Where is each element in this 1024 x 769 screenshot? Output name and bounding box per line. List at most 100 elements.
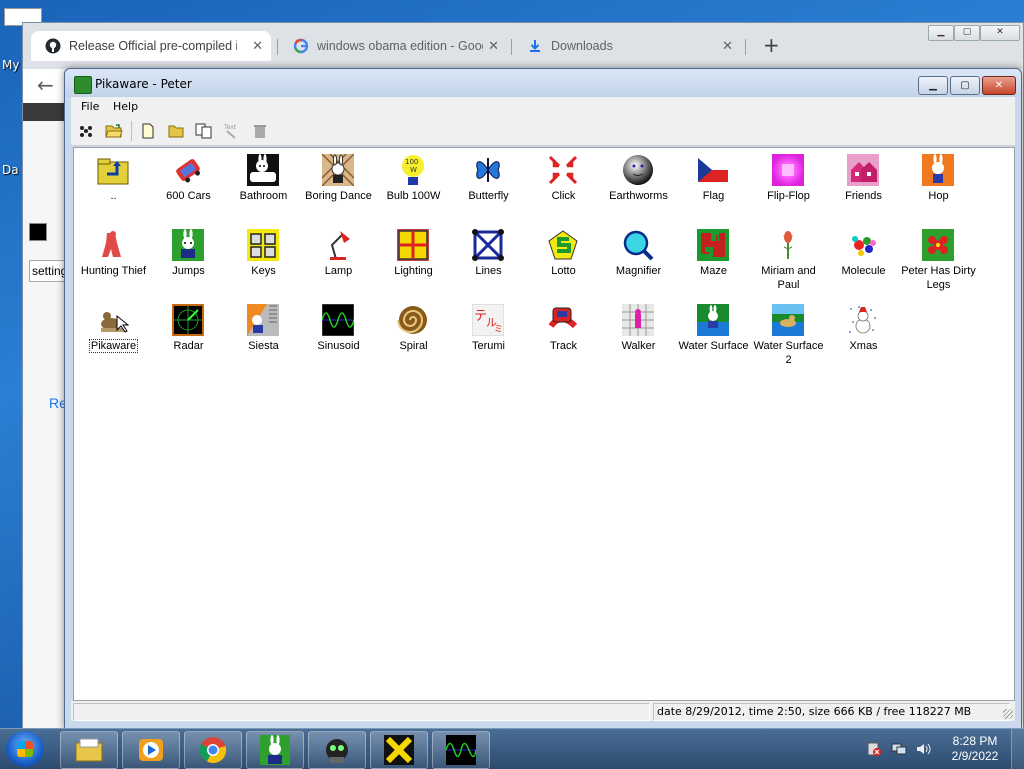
tab-separator <box>745 39 746 55</box>
file-item[interactable]: Track <box>526 302 601 377</box>
file-item[interactable]: Flip-Flop <box>751 152 826 227</box>
file-label: Flip-Flop <box>767 190 810 202</box>
taskbar-button[interactable] <box>184 731 242 769</box>
taskbar-button[interactable] <box>370 731 428 769</box>
file-item[interactable]: Water Surface <box>676 302 751 377</box>
network-icon[interactable] <box>891 741 907 757</box>
alien-icon <box>326 739 348 763</box>
file-item[interactable]: 100 W Bulb 100W <box>376 152 451 227</box>
file-item[interactable]: Maze <box>676 227 751 302</box>
taskbar-button[interactable] <box>60 731 118 769</box>
taskbar-button[interactable] <box>432 731 490 769</box>
svg-text:Text: Text <box>223 124 237 131</box>
track-icon <box>548 307 578 329</box>
file-item[interactable]: Boring Dance <box>301 152 376 227</box>
file-item[interactable]: Magnifier <box>601 227 676 302</box>
radar-icon <box>172 304 204 336</box>
tab-downloads[interactable]: Downloads ✕ <box>513 31 741 61</box>
file-item[interactable]: Walker <box>601 302 676 377</box>
tab-title: Release Official pre-compiled ins <box>69 39 237 53</box>
water-surface-icon <box>697 304 729 336</box>
file-item[interactable]: Lotto <box>526 227 601 302</box>
new-tab-button[interactable]: + <box>763 33 780 57</box>
magnifier-icon <box>623 230 654 261</box>
close-tab-icon[interactable]: ✕ <box>722 38 733 54</box>
file-item[interactable]: Xmas <box>826 302 901 377</box>
file-item[interactable]: Click <box>526 152 601 227</box>
file-item[interactable]: Pikaware <box>76 302 151 377</box>
file-item[interactable]: Miriam and Paul <box>751 227 826 302</box>
start-button[interactable] <box>6 731 44 767</box>
file-item[interactable]: テルミ Terumi <box>451 302 526 377</box>
lines-icon <box>472 229 504 261</box>
file-item[interactable]: Radar <box>151 302 226 377</box>
close-tab-icon[interactable]: ✕ <box>488 38 499 54</box>
file-item[interactable]: .. <box>76 152 151 227</box>
maximize-button[interactable]: ▢ <box>950 76 980 95</box>
tab-google-search[interactable]: windows obama edition - Google ✕ <box>279 31 507 61</box>
taskbar-button[interactable] <box>122 731 180 769</box>
file-item[interactable]: Flag <box>676 152 751 227</box>
file-item[interactable]: Molecule <box>826 227 901 302</box>
file-label: Magnifier <box>615 265 662 277</box>
close-tab-icon[interactable]: ✕ <box>252 38 263 54</box>
file-label: Water Surface 2 <box>753 340 824 366</box>
file-item[interactable]: Peter Has Dirty Legs <box>901 227 976 302</box>
delete-icon[interactable] <box>251 122 269 140</box>
file-item[interactable]: Earthworms <box>601 152 676 227</box>
title-bar[interactable]: Pikaware - Peter ▁ ▢ ✕ <box>65 69 1021 97</box>
file-label: Walker <box>621 340 656 352</box>
file-item[interactable]: Lamp <box>301 227 376 302</box>
xmas-icon <box>847 304 879 336</box>
file-item[interactable]: Jumps <box>151 227 226 302</box>
pikaware-app-icon <box>74 76 92 94</box>
file-item[interactable]: Spiral <box>376 302 451 377</box>
file-item[interactable]: Hop <box>901 152 976 227</box>
toolbar: Text <box>71 117 1015 146</box>
miriam-paul-icon <box>783 231 793 259</box>
menu-help[interactable]: Help <box>113 100 138 113</box>
file-item[interactable]: Lines <box>451 227 526 302</box>
taskbar-button[interactable] <box>308 731 366 769</box>
taskbar-button[interactable] <box>246 731 304 769</box>
text-tool-icon[interactable]: Text <box>223 122 241 140</box>
file-item[interactable]: Water Surface 2 <box>751 302 826 377</box>
tab-release[interactable]: Release Official pre-compiled ins ✕ <box>31 31 271 61</box>
resize-grip[interactable] <box>1003 709 1013 719</box>
file-label: Lotto <box>551 265 576 277</box>
open-folder-icon[interactable] <box>105 122 123 140</box>
chrome-minimize-button[interactable]: ▁ <box>928 25 954 41</box>
toolbar-separator <box>131 121 132 141</box>
file-item[interactable]: 600 Cars <box>151 152 226 227</box>
file-item[interactable]: Lighting <box>376 227 451 302</box>
multimedia-icon[interactable] <box>77 122 95 140</box>
volume-icon[interactable] <box>915 741 931 757</box>
download-icon <box>530 40 540 52</box>
action-center-icon[interactable] <box>866 741 882 757</box>
chrome-tab-strip: Release Official pre-compiled ins ✕ wind… <box>23 23 1023 69</box>
copy-icon[interactable] <box>195 122 213 140</box>
chrome-close-button[interactable]: ✕ <box>980 25 1020 41</box>
show-desktop-button[interactable] <box>1011 729 1024 769</box>
minimize-button[interactable]: ▁ <box>918 76 948 95</box>
menu-file[interactable]: File <box>81 100 99 113</box>
file-item[interactable]: Sinusoid <box>301 302 376 377</box>
file-item[interactable]: Butterfly <box>451 152 526 227</box>
back-arrow-icon[interactable]: ← <box>37 73 54 97</box>
chrome-maximize-button[interactable]: ▢ <box>954 25 980 41</box>
file-label: Radar <box>173 340 204 352</box>
file-item[interactable]: Keys <box>226 227 301 302</box>
new-folder-icon[interactable] <box>167 122 185 140</box>
file-label: Jumps <box>172 265 205 277</box>
file-label: Click <box>551 190 576 202</box>
file-item[interactable]: Hunting Thief <box>76 227 151 302</box>
file-label: Track <box>549 340 578 352</box>
clock[interactable]: 8:28 PM 2/9/2022 <box>940 734 1010 764</box>
file-item[interactable]: Bathroom <box>226 152 301 227</box>
file-item[interactable]: Friends <box>826 152 901 227</box>
taskbar: 8:28 PM 2/9/2022 <box>0 728 1024 769</box>
close-button[interactable]: ✕ <box>982 76 1016 95</box>
file-item[interactable]: Siesta <box>226 302 301 377</box>
file-icon-view: .. 600 Cars Bathroom Boring Dance 100 W Bulb 1… <box>73 147 1015 701</box>
new-file-icon[interactable] <box>139 122 157 140</box>
